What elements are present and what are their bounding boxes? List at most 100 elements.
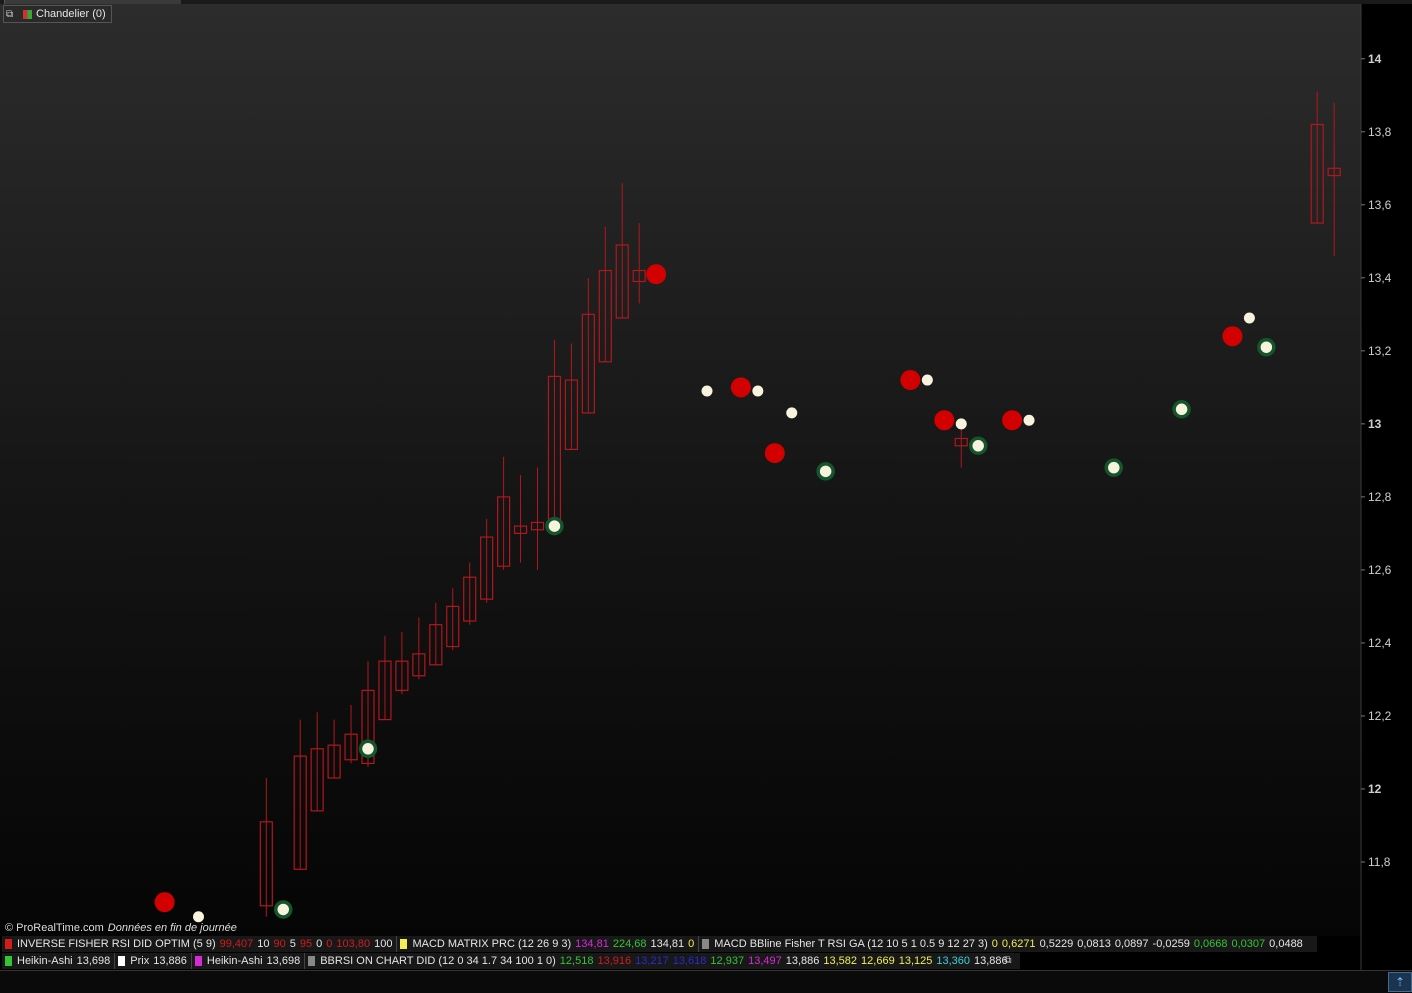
legend-value: 95 [299,938,313,950]
legend-value: 13,698 [266,955,301,967]
tab-indicator[interactable] [4,0,181,4]
price-signal-dot [193,911,204,923]
legend-value: 13,360 [936,955,971,967]
legend-group[interactable]: Prix 13,886 [115,953,192,969]
sell-signal-dot [1002,410,1023,431]
legend-value: 0,0307 [1231,938,1266,950]
legend-label: MACD MATRIX PRC (12 26 9 3) [412,938,572,950]
legend-value: 103,80 [336,938,371,950]
legend-value: 12,669 [861,955,895,967]
legend-value: 13,916 [597,955,632,967]
watermark-note: Données en fin de journée [107,922,237,934]
legend-group[interactable]: INVERSE FISHER RSI DID OPTIM (5 9) 99,407… [2,936,398,952]
legend-value: 13,217 [635,955,669,967]
sell-signal-dot [900,370,921,391]
legend-restore-icon[interactable]: ⧉ [1001,954,1015,968]
indicator-legend-row-1: INVERSE FISHER RSI DID OPTIM (5 9) 99,407… [2,936,1317,952]
legend-color-icon [702,939,710,949]
legend-value: 5 [289,938,296,950]
y-axis-ticks: 11,8 12 12,2 12,4 12,6 12,8 13 13,2 13,4 13,6 13,8… [1361,52,1392,869]
legend-group[interactable]: Heikin-Ashi 13,698 [192,953,306,969]
y-tick-label: 13,4 [1368,271,1392,285]
sell-signal-dot [646,264,667,285]
legend-value: 0 [316,938,323,950]
legend-value: -0,0259 [1152,938,1190,950]
legend-label: Prix [130,955,150,967]
legend-value: 10 [257,938,270,950]
price-signal-dot [701,385,713,397]
x-axis-bar [0,970,1412,993]
legend-color-icon [194,956,202,966]
legend-value: 13,886 [153,955,187,967]
y-tick-label: 12,6 [1368,563,1392,577]
buy-signal-dot [545,516,564,536]
sell-signal-dot [730,377,751,398]
legend-value: 13,582 [823,955,858,967]
y-tick-label: 13,8 [1368,125,1392,139]
buy-signal-dot [1172,400,1191,419]
legend-value: 13,125 [898,955,933,967]
legend-value: 13,618 [672,955,707,967]
price-signal-dot [1243,312,1255,324]
sell-signal-dot [764,443,785,464]
price-signal-dot [752,385,764,397]
watermark: © ProRealTime.com Données en fin de journ… [5,922,237,934]
chart-title-box[interactable]: ⧉ Chandelier (0) [3,5,112,23]
legend-value: 12,937 [710,955,745,967]
legend-group[interactable]: Heikin-Ashi 13,698 [2,953,116,969]
price-signal-dot [955,418,967,430]
legend-value: 134,81 [650,938,685,950]
y-tick-label: 11,8 [1368,855,1391,869]
buy-signal-dot [358,739,378,759]
y-tick-label: 13,2 [1368,344,1392,358]
legend-group[interactable]: BBRSI ON CHART DID (12 0 34 1.7 34 100 1… [305,953,1011,969]
legend-label: BBRSI ON CHART DID (12 0 34 1.7 34 100 1… [320,955,556,967]
legend-color-icon [5,939,12,949]
legend-label: Heikin-Ashi [17,955,73,967]
buy-signal-dot [968,436,988,456]
legend-label: Heikin-Ashi [206,955,263,967]
y-tick-label: 14 [1368,52,1382,66]
sell-signal-dot [1222,326,1243,347]
axis-settings-button[interactable]: ⇡ [1388,972,1412,992]
legend-color-icon [308,956,316,966]
top-border [0,0,1412,4]
legend-value: 224,68 [612,938,647,950]
buy-signal-dot [816,462,835,481]
y-tick-label: 12,2 [1368,709,1392,723]
sell-signal-dot [934,410,955,431]
legend-value: 0,0813 [1077,938,1111,950]
legend-value: 100 [374,938,393,950]
chart-area[interactable]: 11,8 12 12,2 12,4 12,6 12,8 13 13,2 13,4 13,6 13,8… [0,0,1412,992]
legend-group[interactable]: MACD MATRIX PRC (12 26 9 3) 134,81 224,68 1… [397,936,700,952]
legend-color-icon [118,956,126,966]
y-tick-label: 13 [1368,417,1382,431]
legend-value: 0,0488 [1269,938,1303,950]
indicator-legend-row-2: Heikin-Ashi 13,698 Prix 13,886 Heikin-Ashi 13… [2,953,1020,969]
plot-background [0,4,1361,936]
legend-group[interactable]: MACD BBline Fisher T RSI GA (12 10 5 1 0… [699,936,1307,952]
legend-value: 0,0668 [1193,938,1228,950]
window-restore-icon[interactable]: ⧉ [6,9,19,20]
watermark-source: © ProRealTime.com [5,922,104,934]
y-tick-label: 12,4 [1368,636,1392,650]
price-signal-dot [1023,414,1035,426]
arrow-up-icon: ⇡ [1394,975,1406,989]
legend-value: 0 [688,938,695,950]
legend-color-icon [400,939,408,949]
price-signal-dot [921,374,933,386]
legend-label: MACD BBline Fisher T RSI GA (12 10 5 1 0… [714,938,988,950]
price-signal-dot [786,407,798,419]
legend-label: INVERSE FISHER RSI DID OPTIM (5 9) [17,938,216,950]
buy-signal-dot [1257,337,1276,357]
legend-value: 0 [326,938,333,950]
legend-value: 13,497 [748,955,782,967]
y-tick-label: 13,6 [1368,198,1392,212]
buy-signal-dot [274,900,293,919]
legend-value: 90 [273,938,286,950]
legend-value: 0 [991,938,998,950]
buy-signal-dot [1104,458,1124,477]
legend-value: 0,0897 [1114,938,1149,950]
legend-value: 0,6271 [1001,938,1036,950]
sell-signal-dot [154,892,175,913]
